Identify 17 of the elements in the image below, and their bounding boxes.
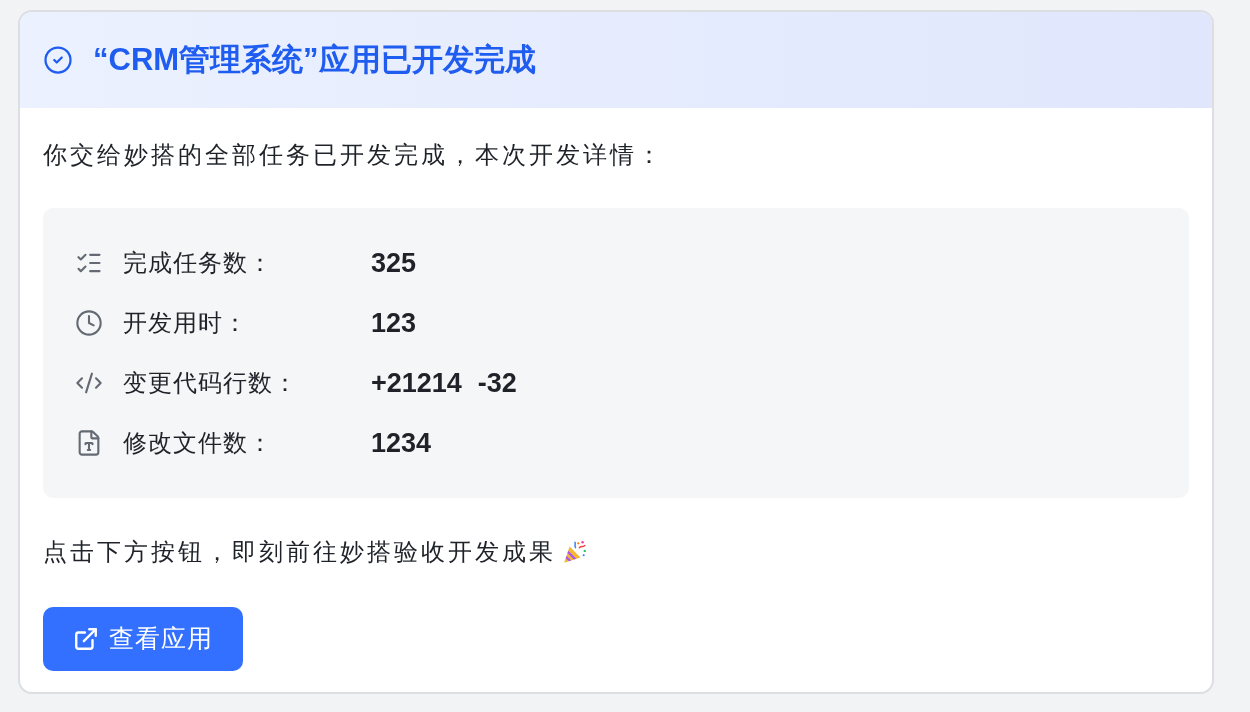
detail-label: 完成任务数： [123,248,274,278]
check-circle-icon [43,45,73,75]
detail-value: 325 [371,247,417,279]
detail-value: -32 [477,367,517,399]
detail-value: +21214 [371,367,462,399]
detail-value: 123 [371,307,417,339]
detail-label: 开发用时： [123,308,249,338]
detail-label: 修改文件数： [123,428,274,458]
intro-text: 你交给妙搭的全部任务已开发完成，本次开发详情： [43,140,664,170]
prompt-text: 点击下方按钮，即刻前往妙搭验收开发成果 [43,537,556,567]
view-app-button[interactable]: 查看应用 [43,607,243,671]
detail-label: 变更代码行数： [123,368,299,398]
card-title: “CRM管理系统”应用已开发完成 [93,41,536,79]
external-link-icon [73,626,99,652]
clock-icon [75,309,103,337]
party-popper-icon [562,539,588,565]
detail-value: 1234 [371,427,432,459]
